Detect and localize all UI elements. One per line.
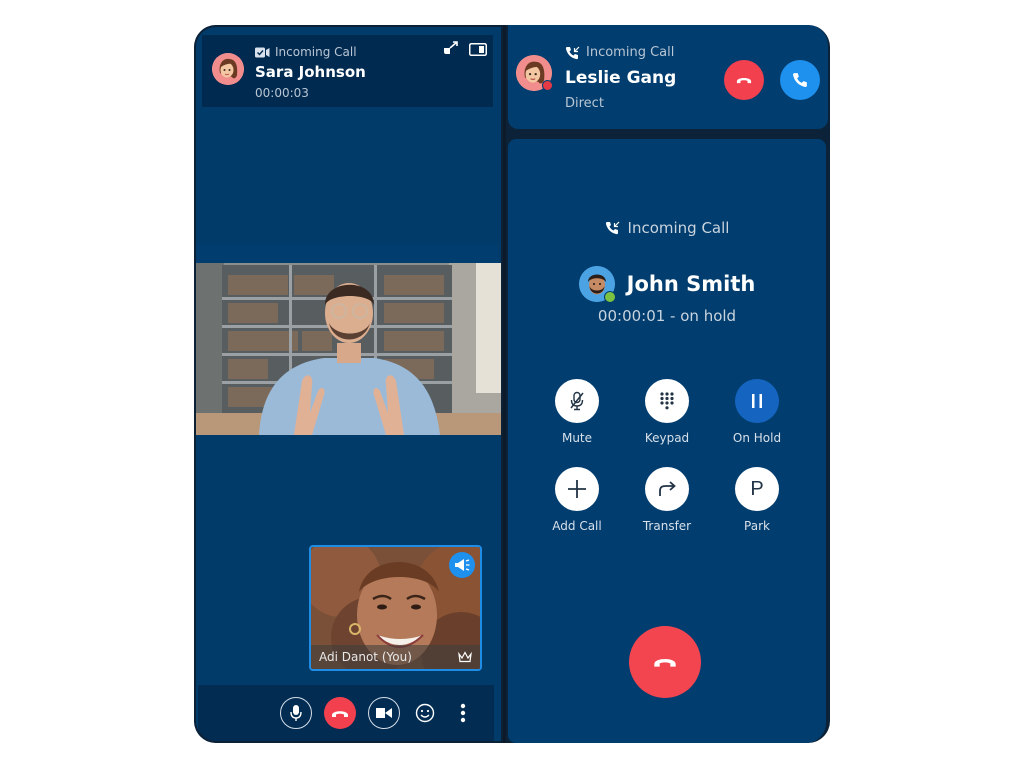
picture-in-picture-button[interactable] bbox=[469, 41, 487, 57]
call-controls-bar bbox=[198, 685, 494, 741]
add-call-button[interactable]: Add Call bbox=[532, 467, 622, 533]
microphone-button[interactable] bbox=[280, 697, 312, 729]
remote-participant-video[interactable] bbox=[194, 263, 503, 435]
phone-hangup-icon bbox=[736, 78, 752, 84]
plus-icon bbox=[568, 480, 586, 498]
incoming-status: Incoming Call bbox=[565, 45, 674, 60]
incoming-call-type: Direct bbox=[565, 96, 604, 111]
video-call-window: Incoming Call Sara Johnson 00:00:03 Adi … bbox=[194, 25, 506, 743]
incoming-call-card: Incoming Call Leslie Gang Direct bbox=[508, 25, 828, 129]
phone-call-window: Incoming Call Leslie Gang Direct Incomin… bbox=[506, 25, 830, 743]
mute-button[interactable]: Mute bbox=[532, 379, 622, 445]
transfer-arrow-icon bbox=[659, 481, 676, 496]
active-call-card: Incoming Call John Smith 00:00:01 - on h… bbox=[508, 139, 826, 743]
keypad-icon bbox=[660, 392, 674, 410]
mute-label: Mute bbox=[561, 431, 593, 445]
transfer-label: Transfer bbox=[642, 519, 692, 533]
phone-hangup-icon bbox=[654, 659, 676, 667]
more-options-button[interactable] bbox=[450, 697, 476, 729]
caller-name: Sara Johnson bbox=[255, 63, 366, 81]
call-header: Incoming Call Sara Johnson 00:00:03 bbox=[202, 35, 493, 107]
call-timer: 00:00:03 bbox=[255, 86, 309, 100]
decline-call-button[interactable] bbox=[724, 60, 764, 100]
active-caller-name: John Smith bbox=[626, 272, 756, 296]
hold-label: On Hold bbox=[732, 431, 782, 445]
active-call-status: Incoming Call bbox=[508, 219, 826, 237]
video-camera-icon bbox=[376, 708, 392, 718]
active-call-status-text: Incoming Call bbox=[627, 219, 730, 237]
incoming-call-icon bbox=[605, 221, 619, 235]
presence-busy-indicator bbox=[542, 80, 553, 91]
incoming-status-text: Incoming Call bbox=[586, 45, 675, 60]
park-label: Park bbox=[744, 519, 770, 533]
incoming-caller-name: Leslie Gang bbox=[565, 68, 677, 88]
incoming-call-icon bbox=[565, 46, 580, 59]
keypad-label: Keypad bbox=[644, 431, 690, 445]
call-status: Incoming Call bbox=[255, 45, 357, 59]
transfer-button[interactable]: Transfer bbox=[622, 467, 712, 533]
phone-icon bbox=[793, 73, 807, 88]
crown-icon bbox=[458, 651, 472, 663]
active-call-timer: 00:00:01 - on hold bbox=[597, 307, 737, 325]
popout-button[interactable] bbox=[443, 41, 459, 57]
park-icon: P bbox=[750, 477, 764, 500]
accept-call-button[interactable] bbox=[780, 60, 820, 100]
active-speaker-badge bbox=[449, 552, 475, 578]
video-divider bbox=[194, 245, 498, 265]
hold-button[interactable]: On Hold bbox=[712, 379, 802, 445]
add-call-label: Add Call bbox=[552, 519, 602, 533]
park-button[interactable]: P Park bbox=[712, 467, 802, 533]
popout-icon bbox=[444, 41, 458, 54]
picture-in-picture-icon bbox=[469, 42, 487, 56]
call-status-text: Incoming Call bbox=[275, 45, 357, 59]
self-participant-name: Adi Danot (You) bbox=[319, 650, 412, 664]
call-actions-grid: Mute Keypad On Hold Add Call Transfer P … bbox=[508, 379, 826, 533]
more-vertical-icon bbox=[460, 703, 466, 723]
caller-avatar bbox=[212, 53, 244, 85]
presence-available-indicator bbox=[603, 291, 616, 303]
hang-up-button[interactable] bbox=[324, 697, 356, 729]
active-caller-avatar bbox=[578, 266, 616, 303]
remote-video-frame bbox=[194, 263, 503, 435]
microphone-icon bbox=[290, 705, 302, 721]
video-camera-icon bbox=[255, 47, 270, 57]
active-caller: John Smith bbox=[508, 266, 826, 303]
smiley-icon bbox=[415, 703, 435, 723]
microphone-muted-icon bbox=[570, 391, 584, 411]
incoming-caller-avatar bbox=[516, 55, 553, 91]
self-name-bar: Adi Danot (You) bbox=[311, 645, 480, 669]
camera-button[interactable] bbox=[368, 697, 400, 729]
megaphone-icon bbox=[455, 559, 470, 571]
self-video[interactable]: Adi Danot (You) bbox=[309, 545, 482, 671]
keypad-button[interactable]: Keypad bbox=[622, 379, 712, 445]
phone-hangup-icon bbox=[332, 710, 348, 717]
end-call-button[interactable] bbox=[629, 626, 701, 698]
reactions-button[interactable] bbox=[412, 697, 438, 729]
pause-icon bbox=[752, 394, 762, 408]
